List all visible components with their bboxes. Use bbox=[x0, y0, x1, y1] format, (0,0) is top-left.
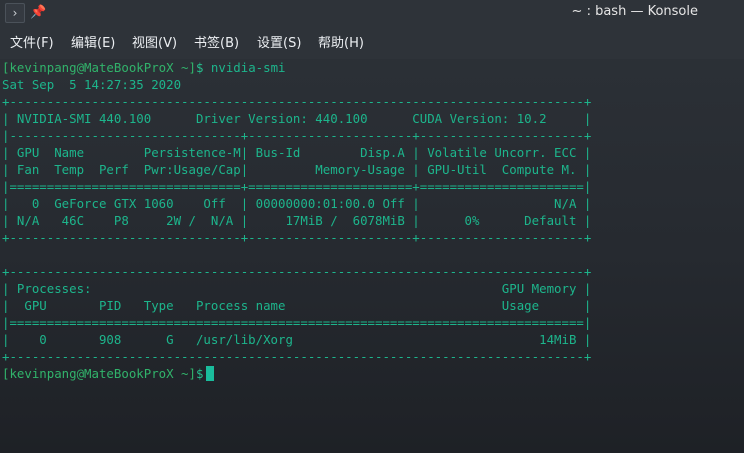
menu-edit[interactable]: 编辑(E) bbox=[71, 36, 115, 52]
date-line: Sat Sep 5 14:27:35 2020 bbox=[2, 77, 182, 92]
title-bar: › 📌 ~ : bash — Konsole bbox=[0, 0, 744, 27]
menu-file[interactable]: 文件(F) bbox=[10, 36, 54, 52]
smi-table-line: | GPU PID Type Process name Usage | bbox=[2, 298, 592, 313]
menu-view[interactable]: 视图(V) bbox=[132, 36, 177, 52]
konsole-window: › 📌 ~ : bash — Konsole 文件(F) 编辑(E) 视图(V)… bbox=[0, 0, 744, 453]
smi-table-line: | Processes: GPU Memory | bbox=[2, 281, 592, 296]
menu-help[interactable]: 帮助(H) bbox=[318, 36, 364, 52]
prompt-line: [kevinpang@MateBookProX ~]$ nvidia-smi bbox=[2, 59, 286, 76]
smi-table-line: | Fan Temp Perf Pwr:Usage/Cap| Memory-Us… bbox=[2, 162, 592, 177]
smi-table-line: | GPU Name Persistence-M| Bus-Id Disp.A … bbox=[2, 145, 592, 160]
smi-table-line: +---------------------------------------… bbox=[2, 264, 592, 279]
prompt-dollar: $ bbox=[195, 366, 204, 381]
smi-table-line: | 0 GeForce GTX 1060 Off | 00000000:01:0… bbox=[2, 196, 592, 211]
text-cursor bbox=[206, 366, 215, 381]
pin-icon[interactable]: 📌 bbox=[30, 3, 46, 23]
menu-bookmarks[interactable]: 书签(B) bbox=[194, 36, 239, 52]
menu-bar: 文件(F) 编辑(E) 视图(V) 书签(B) 设置(S) 帮助(H) bbox=[0, 27, 744, 59]
smi-table-line: +---------------------------------------… bbox=[2, 94, 592, 109]
terminal-output[interactable]: [kevinpang@MateBookProX ~]$ nvidia-smi S… bbox=[0, 59, 744, 453]
window-title: ~ : bash — Konsole bbox=[571, 4, 698, 19]
prompt-line: [kevinpang@MateBookProX ~]$ bbox=[2, 365, 215, 382]
smi-table-line: |-------------------------------+-------… bbox=[2, 128, 592, 143]
smi-table-line: | NVIDIA-SMI 440.100 Driver Version: 440… bbox=[2, 111, 592, 126]
command-text: nvidia-smi bbox=[203, 60, 286, 75]
konsole-menu-icon[interactable]: › bbox=[5, 3, 25, 23]
smi-table-line: +---------------------------------------… bbox=[2, 349, 592, 364]
prompt-user-host: [kevinpang@MateBookProX ~] bbox=[2, 60, 196, 75]
smi-table-line: |===============================+=======… bbox=[2, 179, 592, 194]
prompt-user-host: [kevinpang@MateBookProX ~] bbox=[2, 366, 196, 381]
smi-table-line: | N/A 46C P8 2W / N/A | 17MiB / 6078MiB … bbox=[2, 213, 592, 228]
smi-table-line: +-------------------------------+-------… bbox=[2, 230, 592, 245]
smi-table-line: | 0 908 G /usr/lib/Xorg 14MiB | bbox=[2, 332, 592, 347]
smi-table-line: |=======================================… bbox=[2, 315, 592, 330]
menu-settings[interactable]: 设置(S) bbox=[257, 36, 301, 52]
